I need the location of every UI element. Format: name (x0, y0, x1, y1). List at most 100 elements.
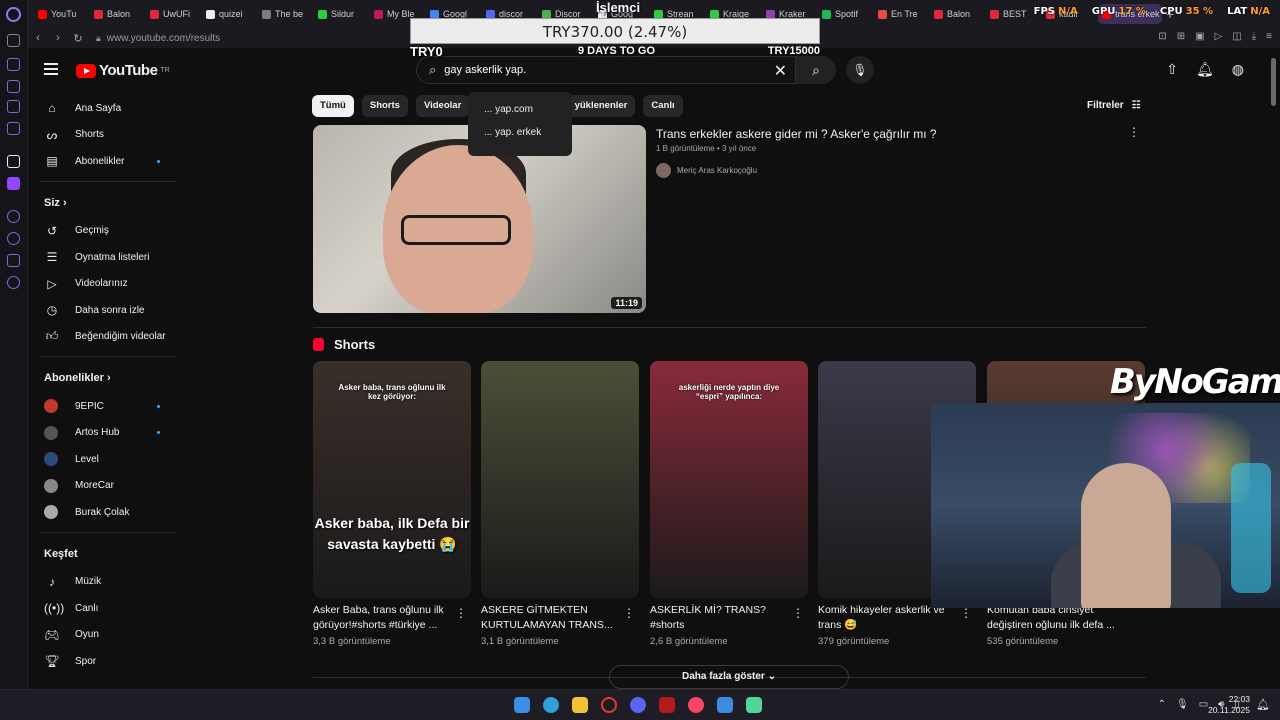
more-options-icon[interactable]: ⋮ (623, 606, 635, 620)
browser-tab[interactable]: The be (258, 4, 314, 24)
avatar[interactable]: ◍ (1232, 61, 1244, 78)
chip-all[interactable]: Tümü (312, 95, 354, 117)
opera-icon[interactable] (601, 697, 617, 713)
wallet-icon[interactable]: ▣ (1195, 31, 1204, 42)
scrollbar[interactable] (1271, 58, 1276, 106)
browser-tab[interactable]: Balon (930, 4, 986, 24)
chip-live[interactable]: Canlı (643, 95, 683, 117)
browser-tab[interactable]: Balon (90, 4, 146, 24)
chip-videos[interactable]: Videolar (415, 95, 470, 117)
sidebar-item-channel[interactable]: Burak Çolak (28, 499, 188, 526)
suggestion-item[interactable]: ... yap. erkek (468, 121, 572, 144)
sidebar-item-your-videos[interactable]: ▷ Videolarınız (28, 271, 188, 298)
url-field[interactable]: www.youtube.com/results (107, 33, 220, 44)
sidebar-item-live[interactable]: ((•)) Canlı (28, 595, 188, 622)
reload-icon[interactable]: ↻ (68, 32, 88, 45)
vpn-icon[interactable]: ◫ (1232, 31, 1241, 42)
notification-icon[interactable]: 🔔︎ (1256, 698, 1270, 711)
twitch-icon[interactable] (7, 177, 20, 190)
short-thumbnail[interactable]: Asker baba, trans oğlunu ilk kez görüyor… (313, 361, 471, 598)
sidebar-item-channel[interactable]: Level (28, 446, 188, 473)
suggestion-item[interactable]: ... yap.com (468, 98, 572, 121)
section-you-header[interactable]: Siz › (28, 188, 188, 218)
netflix-icon[interactable] (659, 697, 675, 713)
section-subscriptions-header[interactable]: Abonelikler › (28, 363, 188, 393)
rocket-icon[interactable] (7, 155, 20, 168)
reload-icon[interactable] (7, 34, 20, 47)
discord-icon[interactable] (630, 697, 646, 713)
lock-icon[interactable]: 🔒︎ (96, 33, 101, 44)
more-options-icon[interactable]: ⋮ (1128, 125, 1140, 139)
browser-tab[interactable]: En Tre (874, 4, 930, 24)
back-icon[interactable]: ‹ (28, 32, 48, 44)
aria-icon[interactable] (7, 58, 20, 71)
app-icon[interactable] (717, 697, 733, 713)
menu-icon[interactable]: ≡ (1266, 31, 1272, 42)
forward-icon[interactable]: › (48, 32, 68, 44)
extensions-icon[interactable] (7, 254, 20, 267)
browser-tab[interactable]: YouTu (34, 4, 90, 24)
microphone-icon[interactable]: 🎙︎ (1176, 699, 1189, 710)
mail-icon[interactable] (7, 122, 20, 135)
player-icon[interactable] (7, 210, 20, 223)
short-title[interactable]: ASKERLİK Mİ? TRANS? #shorts (650, 603, 788, 633)
settings-icon[interactable] (7, 276, 20, 289)
game-icon[interactable] (746, 697, 762, 713)
sidebar-item-sports[interactable]: 🏆︎ Spor (28, 648, 188, 675)
browser-tab[interactable]: UwUFi (146, 4, 202, 24)
short-title[interactable]: ASKERE GİTMEKTEN KURTULAMAYAN TRANS... (481, 603, 619, 633)
search-box[interactable]: ⌕ ✕ (416, 56, 796, 84)
clear-icon[interactable]: ✕ (774, 61, 787, 81)
chip-shorts[interactable]: Shorts (361, 95, 408, 117)
bookmark-icon[interactable]: ⊡ (1158, 31, 1166, 42)
browser-tab[interactable]: Spotif (818, 4, 874, 24)
network-icon[interactable]: ▭ (1199, 699, 1208, 710)
more-options-icon[interactable]: ⋮ (792, 606, 804, 620)
video-title[interactable]: Trans erkekler askere gider mi ? Asker'e… (656, 127, 937, 141)
system-clock[interactable]: 22:03 20.11.2025 (1208, 694, 1250, 716)
sidebar-item-shorts[interactable]: ᔕ Shorts (28, 122, 188, 149)
sidebar-item-music[interactable]: ♪ Müzik (28, 569, 188, 596)
more-options-icon[interactable]: ⋮ (455, 606, 467, 620)
search-input[interactable] (444, 64, 745, 76)
screenshot-icon[interactable]: ⊞ (1177, 31, 1185, 42)
upload-icon[interactable]: ⇧ (1166, 61, 1178, 78)
short-thumbnail[interactable]: askerliği nerde yaptın diye “espri” yapı… (650, 361, 808, 598)
search-button[interactable]: ⌕ (796, 56, 836, 84)
sidebar-item-channel[interactable]: 9EPIC (28, 393, 188, 420)
short-thumbnail[interactable] (481, 361, 639, 598)
player-icon[interactable]: ▷ (1215, 31, 1223, 42)
chevron-up-icon[interactable]: ⌃ (1158, 699, 1166, 710)
opera-logo-icon[interactable] (6, 7, 21, 22)
show-more-button[interactable]: Daha fazla göster ⌄ (609, 665, 849, 689)
menu-icon[interactable] (44, 63, 58, 75)
short-title[interactable]: Asker Baba, trans oğlunu ilk görüyor!#sh… (313, 603, 451, 633)
windows-start-icon[interactable] (514, 697, 530, 713)
bell-icon[interactable]: 🔔︎ (1196, 61, 1214, 78)
more-options-icon[interactable]: ⋮ (960, 606, 972, 620)
sidebar-item-watch-later[interactable]: ◷ Daha sonra izle (28, 297, 188, 324)
chat-icon[interactable] (7, 100, 20, 113)
sidebar-item-subscriptions[interactable]: ▤ Abonelikler (28, 148, 188, 175)
sidebar-item-label: Artos Hub (75, 427, 120, 439)
sidebar-item-channel[interactable]: MoreCar (28, 473, 188, 500)
sidebar-item-playlists[interactable]: ☰ Oynatma listeleri (28, 244, 188, 271)
sidebar-item-gaming[interactable]: 🎮︎ Oyun (28, 622, 188, 649)
folder-icon[interactable] (572, 697, 588, 713)
edge-icon[interactable] (543, 697, 559, 713)
filters-button[interactable]: Filtreler ☷ (1087, 100, 1141, 111)
browser-tab[interactable]: Sildur (314, 4, 370, 24)
sidebar-item-history[interactable]: ↺ Geçmiş (28, 218, 188, 245)
search-icon: ⌕ (429, 62, 437, 77)
browser-tab[interactable]: quizei (202, 4, 258, 24)
sidebar-item-liked[interactable]: 👍︎ Beğendiğim videolar (28, 324, 188, 351)
youtube-logo[interactable]: YouTube TR (76, 62, 170, 79)
sidebar-item-channel[interactable]: Artos Hub (28, 420, 188, 447)
download-icon[interactable]: ⤓ (1252, 31, 1256, 42)
clock-icon[interactable] (7, 232, 20, 245)
channel-link[interactable]: Meriç Aras Karkoçoğlu (656, 163, 757, 178)
voice-search-button[interactable]: 🎙︎ (846, 56, 874, 84)
sidebar-item-home[interactable]: ⌂ Ana Sayfa (28, 95, 188, 122)
messenger-icon[interactable] (7, 80, 20, 93)
music-icon[interactable] (688, 697, 704, 713)
